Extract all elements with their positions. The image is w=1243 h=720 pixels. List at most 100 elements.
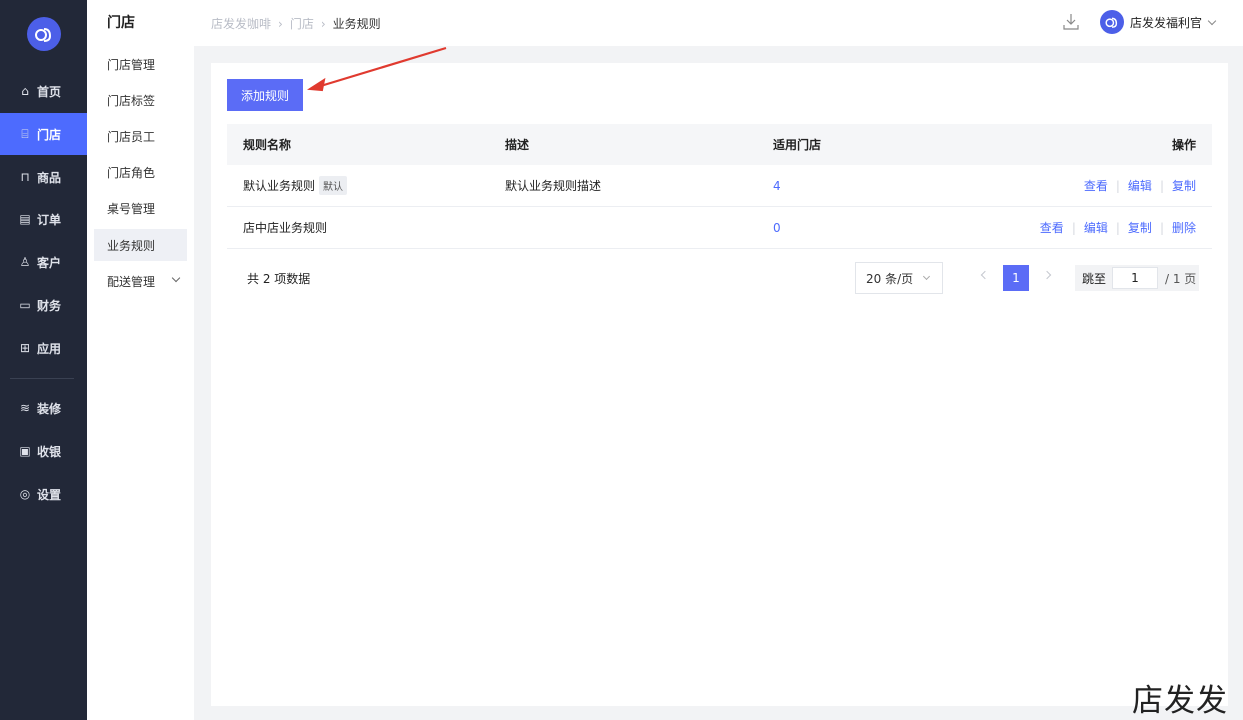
nav-item-label: 客户 (37, 255, 62, 270)
logo-icon (1105, 17, 1118, 28)
edit-link[interactable]: 编辑 (1128, 177, 1152, 194)
nav-divider (10, 378, 74, 379)
submenu-item-store-tags[interactable]: 门店标签 (94, 84, 187, 116)
submenu-item-label: 配送管理 (107, 274, 156, 289)
layers-icon: ≋ (19, 401, 31, 415)
total-pages: / 1 页 (1165, 271, 1197, 286)
submenu-item-tables[interactable]: 桌号管理 (94, 192, 187, 224)
order-icon: ▤ (19, 212, 31, 226)
breadcrumb-item-brand[interactable]: 店发发咖啡 (211, 15, 271, 32)
breadcrumb-item-current: 业务规则 (332, 17, 381, 31)
rule-name: 默认业务规则 (243, 179, 316, 193)
action-separator: | (1115, 178, 1120, 193)
app-logo[interactable] (26, 17, 61, 51)
annotation-arrow-icon (306, 46, 447, 92)
page-button-current[interactable]: 1 (1003, 265, 1029, 291)
rule-name: 店中店业务规则 (243, 221, 328, 235)
nav-item-finance[interactable]: ▭ 财务 (0, 284, 87, 326)
submenu-item-delivery[interactable]: 配送管理 (94, 265, 187, 297)
nav-item-label: 设置 (37, 487, 62, 502)
add-rule-button[interactable]: 添加规则 (227, 79, 303, 111)
chevron-down-icon (922, 272, 931, 281)
edit-link[interactable]: 编辑 (1084, 219, 1108, 236)
action-separator: | (1159, 220, 1164, 235)
chevron-down-icon (171, 273, 181, 283)
copy-link[interactable]: 复制 (1172, 177, 1196, 194)
nav-item-label: 财务 (37, 298, 62, 313)
rule-name-cell: 店中店业务规则 (243, 207, 327, 248)
page-size-value: 20 条/页 (866, 271, 914, 286)
breadcrumb: 店发发咖啡 › 门店 › 业务规则 (211, 15, 381, 32)
table-header: 规则名称 描述 适用门店 操作 (227, 124, 1212, 165)
column-header-desc: 描述 (505, 138, 530, 152)
prev-page-icon[interactable] (980, 270, 990, 280)
breadcrumb-item-store[interactable]: 门店 (290, 15, 314, 32)
rule-desc: 默认业务规则描述 (505, 179, 602, 193)
view-link[interactable]: 查看 (1084, 177, 1108, 194)
nav-item-label: 订单 (37, 212, 62, 227)
logo-icon (34, 28, 51, 42)
page-size-select[interactable]: 20 条/页 (855, 262, 943, 294)
user-menu[interactable]: 店发发福利官 (1100, 10, 1217, 34)
nav-item-apps[interactable]: ⊞ 应用 (0, 327, 87, 369)
card-icon: ▭ (19, 298, 31, 312)
delete-link[interactable]: 删除 (1172, 219, 1196, 236)
chevron-down-icon (1207, 16, 1217, 25)
submenu-item-label: 门店角色 (107, 165, 156, 180)
rule-store-count[interactable]: 0 (773, 207, 781, 248)
submenu-item-store-staff[interactable]: 门店员工 (94, 120, 187, 152)
store-icon: ⌸ (21, 126, 29, 141)
user-name: 店发发福利官 (1130, 15, 1203, 30)
submenu-item-store-roles[interactable]: 门店角色 (94, 156, 187, 188)
view-link[interactable]: 查看 (1040, 219, 1064, 236)
total-count: 共 2 项数据 (247, 272, 311, 286)
watermark: 店发发 (1132, 683, 1228, 719)
jump-page-input[interactable] (1112, 267, 1158, 289)
breadcrumb-separator: › (320, 16, 326, 31)
nav-item-store[interactable]: ⌸ 门店 (0, 113, 87, 155)
rules-table: 规则名称 描述 适用门店 操作 默认业务规则 默认 默认业务规则描述 4 查看 … (227, 124, 1212, 249)
column-header-stores: 适用门店 (773, 138, 822, 152)
cashier-icon: ▣ (19, 444, 31, 458)
column-header-name: 规则名称 (243, 138, 292, 152)
table-row: 店中店业务规则 0 查看 | 编辑 | 复制 | 删除 (227, 207, 1212, 249)
row-actions: 查看 | 编辑 | 复制 | 删除 (1040, 207, 1196, 248)
table-row: 默认业务规则 默认 默认业务规则描述 4 查看 | 编辑 | 复制 (227, 165, 1212, 207)
apps-icon: ⊞ (19, 341, 31, 355)
home-icon: ⌂ (21, 84, 29, 98)
nav-item-label: 首页 (37, 84, 62, 99)
nav-item-label: 收银 (37, 444, 62, 459)
nav-item-settings[interactable]: ◎ 设置 (0, 473, 87, 515)
nav-item-cashier[interactable]: ▣ 收银 (0, 430, 87, 472)
nav-item-products[interactable]: ⊓ 商品 (0, 156, 87, 198)
next-page-icon[interactable] (1042, 270, 1052, 280)
row-actions: 查看 | 编辑 | 复制 (1084, 165, 1196, 206)
jump-label: 跳至 (1082, 271, 1107, 286)
nav-item-orders[interactable]: ▤ 订单 (0, 198, 87, 240)
nav-item-decorate[interactable]: ≋ 装修 (0, 387, 87, 429)
submenu-item-label: 门店员工 (107, 129, 156, 144)
rule-store-count[interactable]: 4 (773, 165, 781, 206)
main-nav: ⌂ 首页 ⌸ 门店 ⊓ 商品 ▤ 订单 ♙ 客户 ▭ 财务 ⊞ 应用 ≋ 装修 ▣ 收银 ◎ 设置 (0, 0, 87, 720)
download-icon[interactable] (1063, 13, 1079, 31)
column-header-actions: 操作 (1171, 138, 1196, 152)
nav-item-label: 装修 (37, 401, 62, 416)
avatar (1100, 10, 1124, 34)
nav-item-home[interactable]: ⌂ 首页 (0, 70, 87, 112)
copy-link[interactable]: 复制 (1128, 219, 1152, 236)
bag-icon: ⊓ (20, 170, 30, 184)
submenu-item-store-manage[interactable]: 门店管理 (94, 48, 187, 80)
settings-icon: ◎ (19, 487, 31, 501)
default-badge: 默认 (319, 176, 348, 195)
nav-item-label: 应用 (37, 341, 62, 356)
store-submenu: 门店 门店管理 门店标签 门店员工 门店角色 桌号管理 业务规则 配送管理 (87, 0, 194, 720)
submenu-item-label: 门店标签 (107, 93, 156, 108)
rules-card: 添加规则 规则名称 描述 适用门店 操作 默认业务规则 默认 默认业务规则描述 … (211, 63, 1228, 706)
page-jumper: 跳至 / 1 页 (1075, 265, 1199, 291)
action-separator: | (1115, 220, 1120, 235)
rule-name-cell: 默认业务规则 默认 (243, 165, 348, 206)
submenu-item-business-rules[interactable]: 业务规则 (94, 229, 187, 261)
submenu-item-label: 业务规则 (107, 238, 156, 253)
nav-item-label: 门店 (37, 127, 62, 142)
nav-item-customers[interactable]: ♙ 客户 (0, 241, 87, 283)
